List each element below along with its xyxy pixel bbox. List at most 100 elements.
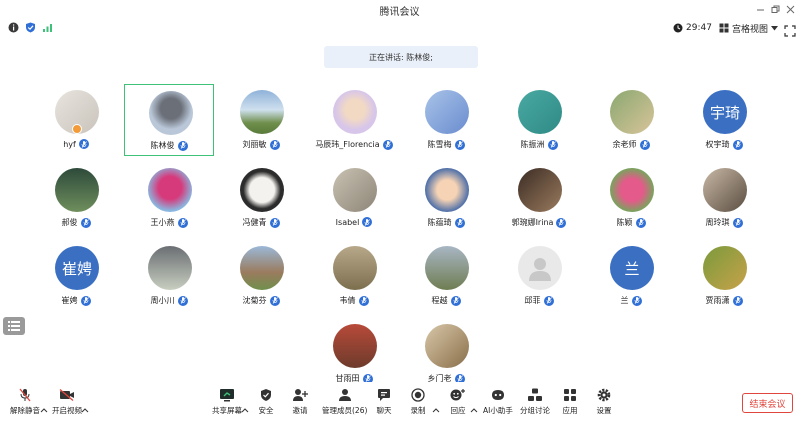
participant-name-text: 陈蕴琦 bbox=[427, 218, 452, 227]
chevron-up-icon[interactable] bbox=[432, 398, 440, 413]
participant-name: 陈振洲 bbox=[494, 139, 584, 150]
breakout-label: 分组讨论 bbox=[520, 406, 550, 415]
participant-name: 马辰玮_Florencia bbox=[309, 139, 399, 150]
participant-tile[interactable]: 刘丽敏 bbox=[216, 84, 306, 156]
ai-assistant-button[interactable]: AI小助手 bbox=[483, 388, 513, 420]
participant-name-text: 马辰玮_Florencia bbox=[315, 140, 380, 149]
avatar bbox=[240, 90, 284, 134]
participant-name: 韦倩 bbox=[309, 295, 399, 306]
mic-icon bbox=[177, 217, 188, 228]
reaction-button[interactable]: 回应 bbox=[450, 388, 466, 420]
participant-tile[interactable]: 贾雨潇 bbox=[679, 240, 769, 312]
minimize-icon[interactable] bbox=[752, 1, 768, 17]
avatar bbox=[425, 90, 469, 134]
participant-name-text: Isabel bbox=[335, 217, 360, 227]
view-dropdown[interactable]: 宫格视图 bbox=[719, 21, 779, 35]
participant-name: 程越 bbox=[401, 295, 491, 306]
participant-tile[interactable]: 王小燕 bbox=[124, 162, 214, 234]
participant-tile[interactable]: 郝俊 bbox=[31, 162, 121, 234]
chevron-up-icon[interactable] bbox=[40, 398, 48, 413]
window-title: 腾讯会议 bbox=[379, 7, 420, 18]
participant-tile[interactable]: Isabel bbox=[309, 162, 399, 234]
participant-tile[interactable]: hyf bbox=[31, 84, 121, 156]
mic-icon bbox=[177, 295, 188, 306]
participant-name-text: 余老师 bbox=[612, 140, 637, 149]
settings-label: 设置 bbox=[596, 406, 612, 415]
participant-name: 陈颖 bbox=[586, 217, 676, 228]
signal-icon[interactable] bbox=[42, 22, 53, 33]
list-icon bbox=[8, 321, 20, 331]
participant-tile[interactable]: 甘雨田 bbox=[309, 318, 399, 390]
record-icon bbox=[410, 388, 426, 402]
mic-icon bbox=[454, 139, 465, 150]
mic-icon bbox=[556, 217, 567, 228]
avatar bbox=[610, 90, 654, 134]
participant-tile[interactable]: 郭琬娜Irina bbox=[494, 162, 584, 234]
fullscreen-icon[interactable] bbox=[784, 22, 796, 37]
participant-name-text: 沈菊芬 bbox=[242, 296, 267, 305]
avatar bbox=[333, 90, 377, 134]
participant-tile[interactable]: 乡门老 bbox=[401, 318, 491, 390]
avatar bbox=[518, 90, 562, 134]
participant-name: 权宇琦 bbox=[679, 139, 769, 150]
avatar: 兰 bbox=[610, 246, 654, 290]
apps-button[interactable]: 应用 bbox=[562, 388, 578, 420]
unmute-label: 解除静音 bbox=[10, 406, 40, 415]
participant-tile[interactable]: 崔娉 崔娉 bbox=[31, 240, 121, 312]
clock-icon bbox=[673, 23, 683, 33]
mic-icon bbox=[450, 295, 461, 306]
chevron-up-icon[interactable] bbox=[241, 398, 249, 413]
invite-button[interactable]: 邀请 bbox=[292, 388, 308, 420]
participant-tile[interactable]: 陈颖 bbox=[586, 162, 676, 234]
participant-tile[interactable]: 陈雪梅 bbox=[401, 84, 491, 156]
mic-icon bbox=[732, 139, 743, 150]
info-icon[interactable] bbox=[8, 22, 19, 33]
participant-tile[interactable]: 陈振洲 bbox=[494, 84, 584, 156]
close-icon[interactable] bbox=[782, 1, 798, 17]
chevron-up-icon[interactable] bbox=[470, 398, 478, 413]
participant-tile[interactable]: 程越 bbox=[401, 240, 491, 312]
chat-button[interactable]: 聊天 bbox=[376, 388, 392, 420]
participant-name-text: 周小川 bbox=[150, 296, 175, 305]
restore-icon[interactable] bbox=[767, 1, 783, 17]
invite-label: 邀请 bbox=[292, 406, 308, 415]
participant-name-text: 陈林俊 bbox=[150, 141, 175, 150]
participant-tile[interactable]: 余老师 bbox=[586, 84, 676, 156]
chevron-up-icon[interactable] bbox=[81, 398, 89, 413]
share-screen-button[interactable]: 共享屏幕 bbox=[212, 388, 242, 420]
participant-tile[interactable]: 陈蕴琦 bbox=[401, 162, 491, 234]
participant-tile[interactable]: 冯健青 bbox=[216, 162, 306, 234]
start-video-button[interactable]: 开启视频 bbox=[52, 388, 82, 420]
participant-name: 陈林俊 bbox=[125, 140, 213, 151]
avatar bbox=[240, 168, 284, 212]
shield-icon[interactable] bbox=[25, 22, 36, 33]
avatar bbox=[610, 168, 654, 212]
settings-button[interactable]: 设置 bbox=[596, 388, 612, 420]
end-meeting-button[interactable]: 结束会议 bbox=[742, 393, 793, 413]
participant-tile[interactable]: 周玲琪 bbox=[679, 162, 769, 234]
breakout-button[interactable]: 分组讨论 bbox=[520, 388, 550, 420]
participant-tile[interactable]: 兰兰 bbox=[586, 240, 676, 312]
participant-tile[interactable]: 邱菲 bbox=[494, 240, 584, 312]
record-button[interactable]: 录制 bbox=[410, 388, 426, 420]
participant-tile[interactable]: 韦倩 bbox=[309, 240, 399, 312]
avatar bbox=[149, 91, 193, 135]
participant-name-text: 冯健青 bbox=[242, 218, 267, 227]
participant-tile[interactable]: 周小川 bbox=[124, 240, 214, 312]
sidebar-toggle-button[interactable] bbox=[3, 317, 25, 335]
mic-icon bbox=[78, 139, 89, 149]
mic-icon bbox=[454, 217, 465, 228]
avatar bbox=[425, 324, 469, 368]
participant-tile[interactable]: 沈菊芬 bbox=[216, 240, 306, 312]
meeting-timer: 29:47 bbox=[673, 21, 712, 35]
unmute-button[interactable]: 解除静音 bbox=[10, 388, 40, 420]
participant-tile[interactable]: 宇琦 权宇琦 bbox=[679, 84, 769, 156]
mic-icon bbox=[635, 217, 646, 228]
participant-name: 周小川 bbox=[124, 295, 214, 306]
apps-icon bbox=[562, 388, 578, 402]
manage-members-button[interactable]: 管理成员(26) bbox=[322, 388, 367, 420]
participant-tile[interactable]: 马辰玮_Florencia bbox=[309, 84, 399, 156]
security-button[interactable]: 安全 bbox=[258, 388, 274, 420]
participant-tile[interactable]: 陈林俊 bbox=[124, 84, 214, 156]
ai-assistant-label: AI小助手 bbox=[483, 406, 513, 415]
